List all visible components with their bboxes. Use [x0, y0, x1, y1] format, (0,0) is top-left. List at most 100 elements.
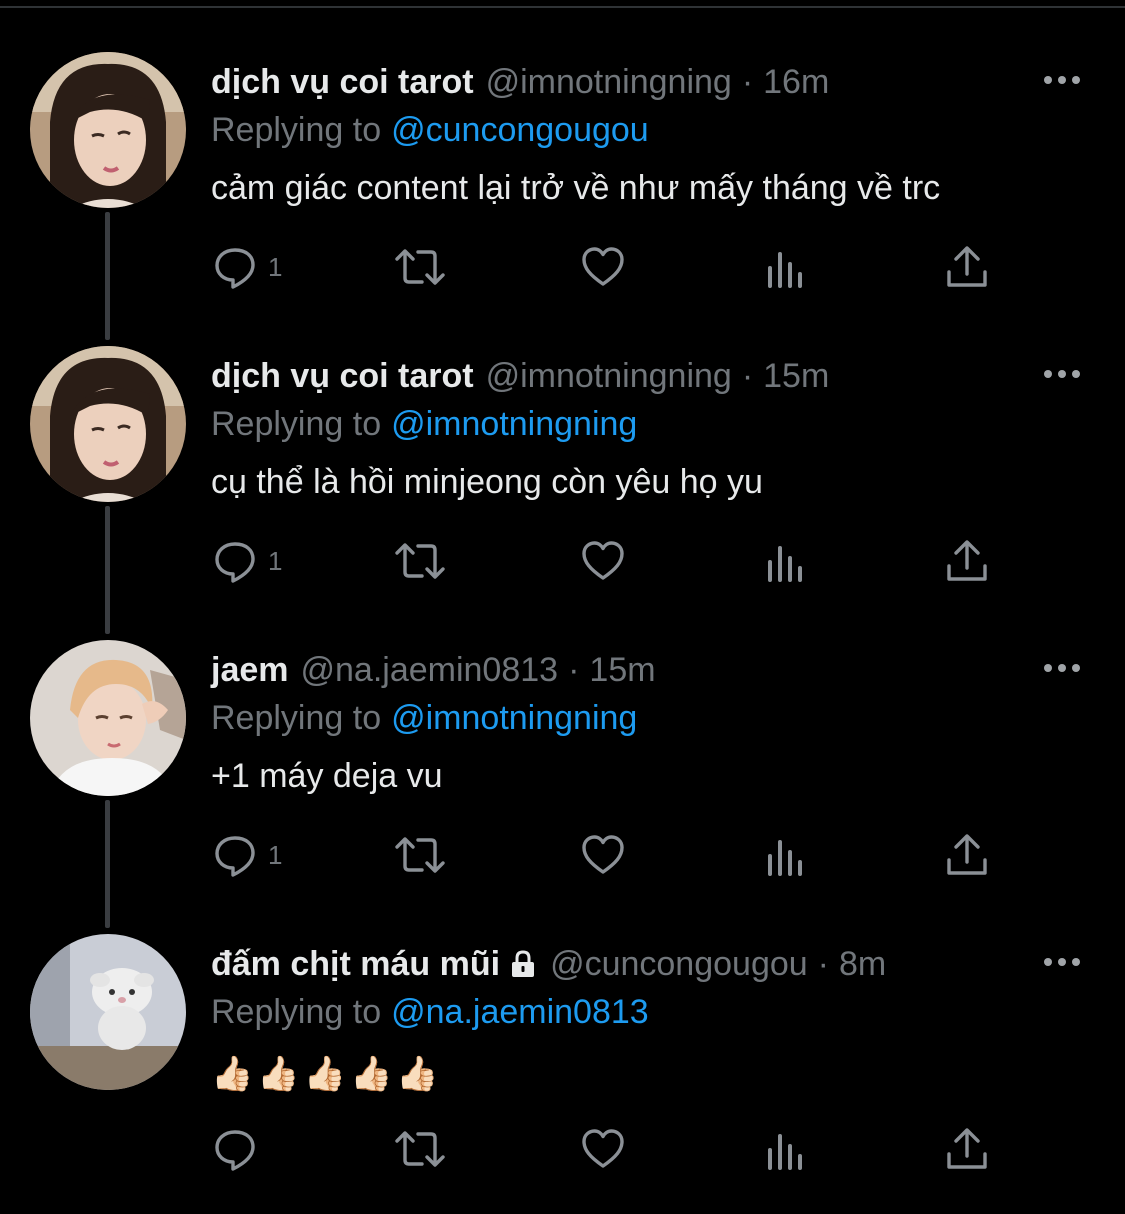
lock-icon	[512, 950, 535, 977]
user-handle[interactable]: @cuncongougou	[550, 942, 808, 986]
display-name[interactable]: dịch vụ coi tarot	[211, 354, 474, 398]
mention-link[interactable]: @imnotningning	[391, 405, 637, 443]
reply-button[interactable]: 1	[212, 536, 282, 586]
replying-label: Replying to	[211, 405, 382, 443]
reply-icon	[215, 248, 255, 289]
replying-to: Replying to @imnotningning	[211, 696, 637, 740]
display-name[interactable]: jaem	[211, 648, 289, 692]
replying-to: Replying to @cuncongougou	[211, 108, 649, 152]
views-icon	[768, 252, 802, 288]
mention-link[interactable]: @cuncongougou	[391, 111, 649, 149]
timestamp[interactable]: 8m	[839, 942, 886, 986]
reply-icon	[215, 1130, 255, 1171]
avatar[interactable]	[30, 934, 186, 1090]
avatar[interactable]	[30, 346, 186, 502]
share-icon	[947, 1128, 987, 1169]
mention-link[interactable]: @na.jaemin0813	[391, 993, 649, 1031]
tweet-header: đấm chịt máu mũi @cuncongougou · 8m	[211, 942, 886, 986]
user-handle[interactable]: @imnotningning	[486, 354, 732, 398]
views-button[interactable]	[764, 1124, 810, 1174]
like-button[interactable]	[580, 1124, 626, 1174]
blond-boy-avatar	[30, 640, 186, 796]
reply-icon	[215, 542, 255, 583]
share-icon	[947, 246, 987, 287]
share-icon	[947, 834, 987, 875]
views-icon	[768, 1134, 802, 1170]
tweet-text: cụ thể là hồi minjeong còn yêu họ yu	[211, 463, 763, 501]
tweet[interactable]: dịch vụ coi tarot @imnotningning · 15m R…	[0, 346, 1125, 640]
more-icon[interactable]	[1043, 956, 1081, 968]
action-bar	[0, 1124, 1125, 1174]
like-button[interactable]	[580, 536, 626, 586]
retweet-icon	[395, 249, 445, 285]
views-button[interactable]	[764, 536, 810, 586]
action-bar: 1	[0, 830, 1125, 880]
share-button[interactable]	[944, 242, 990, 292]
reply-button[interactable]: 1	[212, 242, 282, 292]
share-button[interactable]	[944, 536, 990, 586]
timestamp[interactable]: 15m	[589, 648, 655, 692]
user-handle[interactable]: @imnotningning	[486, 60, 732, 104]
more-icon[interactable]	[1043, 74, 1081, 86]
tweet-text: 👍🏻👍🏻👍🏻👍🏻👍🏻	[211, 1052, 443, 1096]
action-bar: 1	[0, 536, 1125, 586]
tweet-header: dịch vụ coi tarot @imnotningning · 15m	[211, 354, 829, 398]
tweet-header: jaem @na.jaemin0813 · 15m	[211, 648, 656, 692]
reply-count: 1	[268, 839, 283, 870]
heart-icon	[582, 247, 624, 286]
separator-dot: ·	[568, 651, 580, 689]
like-button[interactable]	[580, 830, 626, 880]
share-icon	[947, 540, 987, 581]
separator-dot: ·	[741, 357, 754, 395]
views-button[interactable]	[764, 242, 810, 292]
more-icon[interactable]	[1043, 662, 1081, 674]
timestamp[interactable]: 16m	[763, 60, 829, 104]
avatar[interactable]	[30, 52, 186, 208]
user-handle[interactable]: @na.jaemin0813	[301, 648, 559, 692]
retweet-button[interactable]	[394, 830, 446, 880]
heart-icon	[582, 835, 624, 874]
tweet-text: cảm giác content lại trở về như mấy thán…	[211, 169, 941, 207]
avatar[interactable]	[30, 640, 186, 796]
share-button[interactable]	[944, 1124, 990, 1174]
heart-icon	[582, 1129, 624, 1168]
display-name[interactable]: đấm chịt máu mũi	[211, 942, 500, 986]
replying-label: Replying to	[211, 699, 382, 737]
views-icon	[768, 546, 802, 582]
views-button[interactable]	[764, 830, 810, 880]
share-button[interactable]	[944, 830, 990, 880]
tweet[interactable]: đấm chịt máu mũi @cuncongougou · 8m Repl…	[0, 934, 1125, 1214]
replying-label: Replying to	[211, 993, 382, 1031]
retweet-icon	[395, 837, 445, 873]
views-icon	[768, 840, 802, 876]
timestamp[interactable]: 15m	[763, 354, 829, 398]
retweet-button[interactable]	[394, 242, 446, 292]
retweet-icon	[395, 543, 445, 579]
tweet-header: dịch vụ coi tarot @imnotningning · 16m	[211, 60, 829, 104]
girl-dark-hair-avatar	[30, 52, 186, 208]
retweet-icon	[395, 1131, 445, 1167]
heart-icon	[582, 541, 624, 580]
retweet-button[interactable]	[394, 1124, 446, 1174]
top-divider	[0, 6, 1125, 8]
girl-dark-hair-avatar	[30, 346, 186, 502]
tweet[interactable]: jaem @na.jaemin0813 · 15m Replying to @im…	[0, 640, 1125, 934]
replying-to: Replying to @na.jaemin0813	[211, 990, 649, 1034]
plush-toy-avatar	[30, 934, 186, 1090]
retweet-button[interactable]	[394, 536, 446, 586]
reply-count: 1	[268, 251, 283, 282]
separator-dot: ·	[741, 63, 754, 101]
replying-label: Replying to	[211, 111, 382, 149]
tweet-text: +1 máy deja vu	[211, 757, 443, 795]
reply-icon	[215, 836, 255, 877]
like-button[interactable]	[580, 242, 626, 292]
tweet[interactable]: dịch vụ coi tarot @imnotningning · 16m R…	[0, 52, 1125, 346]
reply-count: 1	[268, 545, 283, 576]
mention-link[interactable]: @imnotningning	[391, 699, 637, 737]
display-name[interactable]: dịch vụ coi tarot	[211, 60, 474, 104]
more-icon[interactable]	[1043, 368, 1081, 380]
reply-thread: dịch vụ coi tarot @imnotningning · 16m R…	[0, 0, 1125, 1214]
reply-button[interactable]: 1	[212, 830, 282, 880]
action-bar: 1	[0, 242, 1125, 292]
reply-button[interactable]	[212, 1124, 268, 1174]
